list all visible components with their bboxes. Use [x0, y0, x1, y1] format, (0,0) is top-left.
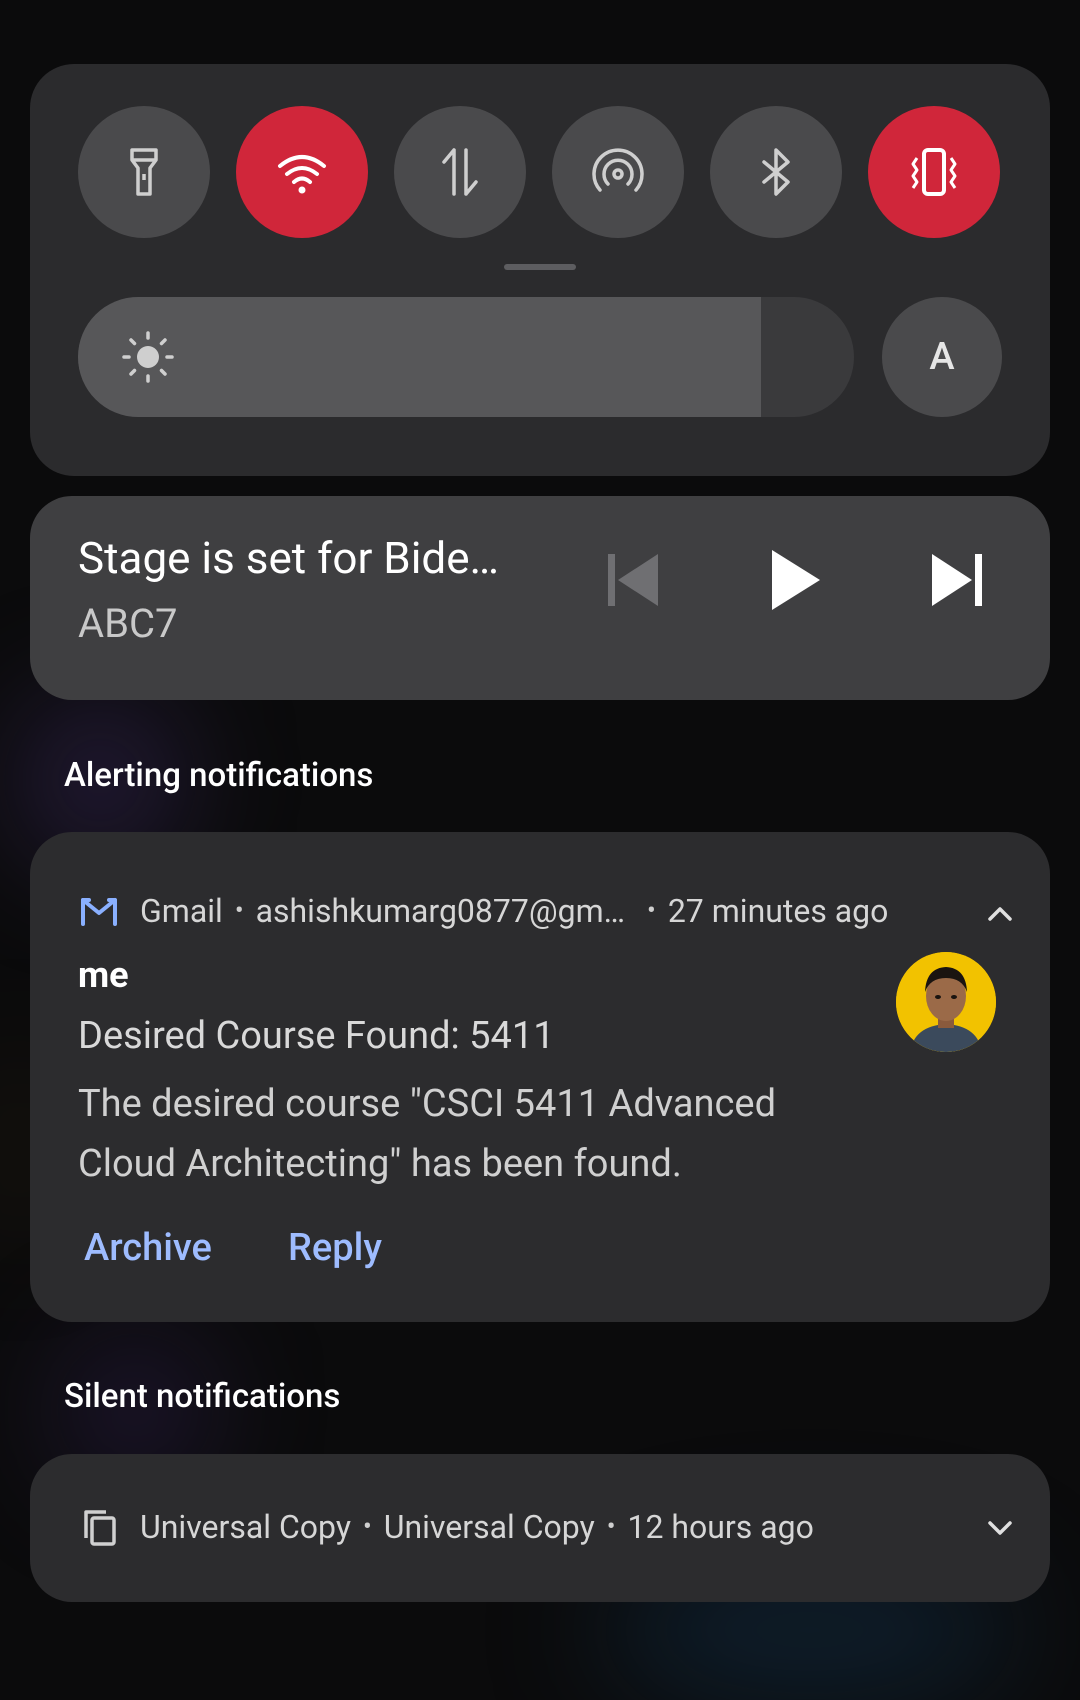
play-button[interactable]: [754, 540, 834, 620]
hotspot-tile[interactable]: [552, 106, 684, 238]
silent-section-header: Silent notifications: [64, 1377, 341, 1416]
email-snippet: The desired course "CSCI 5411 Advanced C…: [78, 1082, 777, 1186]
sender-name: me: [78, 954, 129, 996]
copy-icon: [84, 1510, 116, 1546]
vibrate-tile[interactable]: [868, 106, 1000, 238]
chevron-down-icon[interactable]: [982, 1510, 1018, 1546]
mobile-data-tile[interactable]: [394, 106, 526, 238]
reply-button[interactable]: Reply: [288, 1226, 382, 1270]
notification-title: Universal Copy: [383, 1508, 595, 1546]
alerting-section-header: Alerting notifications: [64, 756, 374, 795]
separator-dot: •: [647, 896, 656, 926]
chevron-up-icon[interactable]: [982, 896, 1018, 932]
brightness-icon: [122, 331, 174, 383]
media-source: ABC7: [78, 600, 178, 647]
bluetooth-tile[interactable]: [710, 106, 842, 238]
archive-button[interactable]: Archive: [84, 1226, 212, 1270]
mobile-data-icon: [442, 148, 478, 196]
gmail-icon: [81, 898, 117, 926]
flashlight-tile[interactable]: [78, 106, 210, 238]
bluetooth-icon: [762, 148, 790, 196]
separator-dot: •: [362, 1512, 372, 1542]
notification-header: Gmail • ashishkumarg0877@gm… • 27 minute…: [78, 890, 888, 932]
wifi-tile[interactable]: [236, 106, 368, 238]
brightness-fill: [78, 297, 761, 417]
media-title: Stage is set for Bide…: [78, 532, 499, 584]
avatar: [896, 952, 996, 1052]
previous-button[interactable]: [592, 540, 672, 620]
notification-time: 12 hours ago: [627, 1508, 814, 1546]
hotspot-icon: [592, 148, 644, 192]
notification-time: 27 minutes ago: [667, 892, 889, 930]
skip-next-icon: [932, 554, 982, 606]
play-icon: [772, 550, 820, 610]
gmail-notification[interactable]: Gmail • ashishkumarg0877@gm… • 27 minute…: [30, 832, 1050, 1322]
wifi-icon: [278, 155, 326, 194]
account-email: ashishkumarg0877@gm…: [255, 892, 626, 930]
auto-brightness-button[interactable]: A: [882, 297, 1002, 417]
app-name: Gmail: [140, 892, 223, 930]
quick-settings-panel: A: [30, 64, 1050, 476]
avatar-photo: [896, 952, 996, 1052]
flashlight-icon: [130, 148, 158, 196]
universal-copy-notification[interactable]: Universal Copy • Universal Copy • 12 hou…: [30, 1454, 1050, 1602]
vibrate-icon: [911, 148, 957, 196]
app-name: Universal Copy: [140, 1508, 351, 1546]
separator-dot: •: [234, 896, 244, 926]
next-button[interactable]: [918, 540, 998, 620]
separator-dot: •: [606, 1512, 616, 1542]
expand-handle[interactable]: [504, 264, 576, 270]
notification-header: Universal Copy • Universal Copy • 12 hou…: [78, 1506, 814, 1548]
brightness-slider[interactable]: [78, 297, 854, 417]
email-subject: Desired Course Found: 5411: [78, 1014, 555, 1058]
skip-previous-icon: [608, 554, 658, 606]
media-player-card[interactable]: Stage is set for Bide… ABC7: [30, 496, 1050, 700]
